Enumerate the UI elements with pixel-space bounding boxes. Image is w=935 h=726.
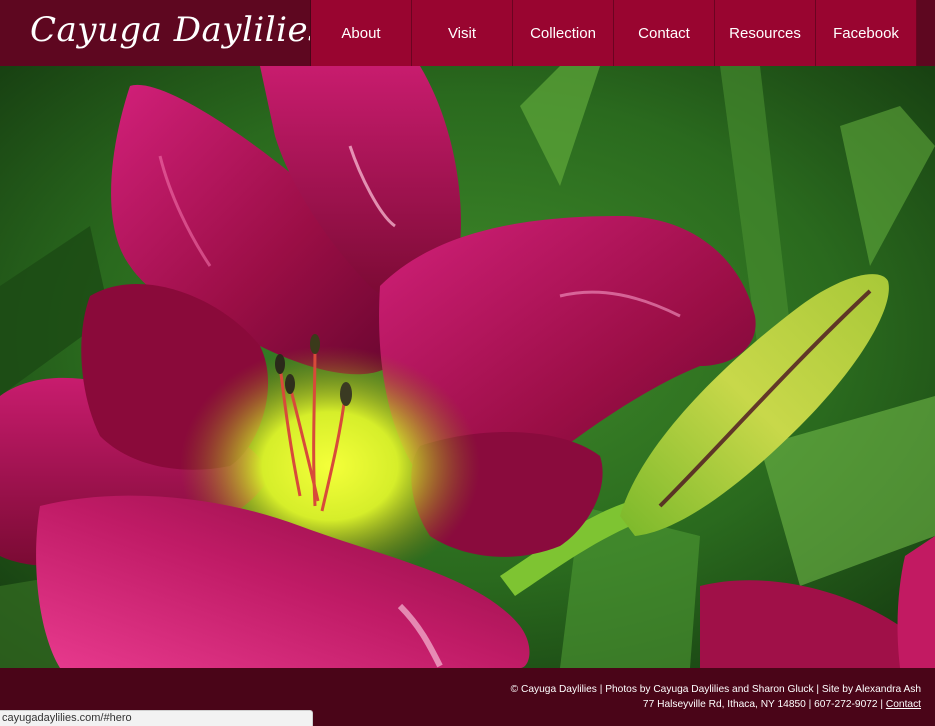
footer-address-text: 77 Halseyville Rd, Ithaca, NY 14850 | 60… [642,699,886,710]
daylily-photo [0,66,935,668]
nav-collection[interactable]: Collection [512,0,613,66]
nav-contact[interactable]: Contact [613,0,714,66]
footer-contact-link[interactable]: Contact [886,699,921,710]
status-bar-url: cayugadaylilies.com/#hero [0,710,313,726]
logo-text[interactable]: Cayuga Daylilies [30,10,326,50]
nav-resources[interactable]: Resources [714,0,815,66]
footer-address: 77 Halseyville Rd, Ithaca, NY 14850 | 60… [643,699,921,710]
nav-visit[interactable]: Visit [411,0,512,66]
main-nav: About Visit Collection Contact Resources… [310,0,935,66]
logo[interactable]: Cayuga Daylilies [0,0,326,66]
nav-about[interactable]: About [310,0,411,66]
footer-credits: © Cayuga Daylilies | Photos by Cayuga Da… [510,684,921,695]
hero-image [0,66,935,668]
nav-facebook[interactable]: Facebook [815,0,916,66]
site-header: Cayuga Daylilies About Visit Collection … [0,0,935,66]
nav-end-cap [916,0,935,66]
